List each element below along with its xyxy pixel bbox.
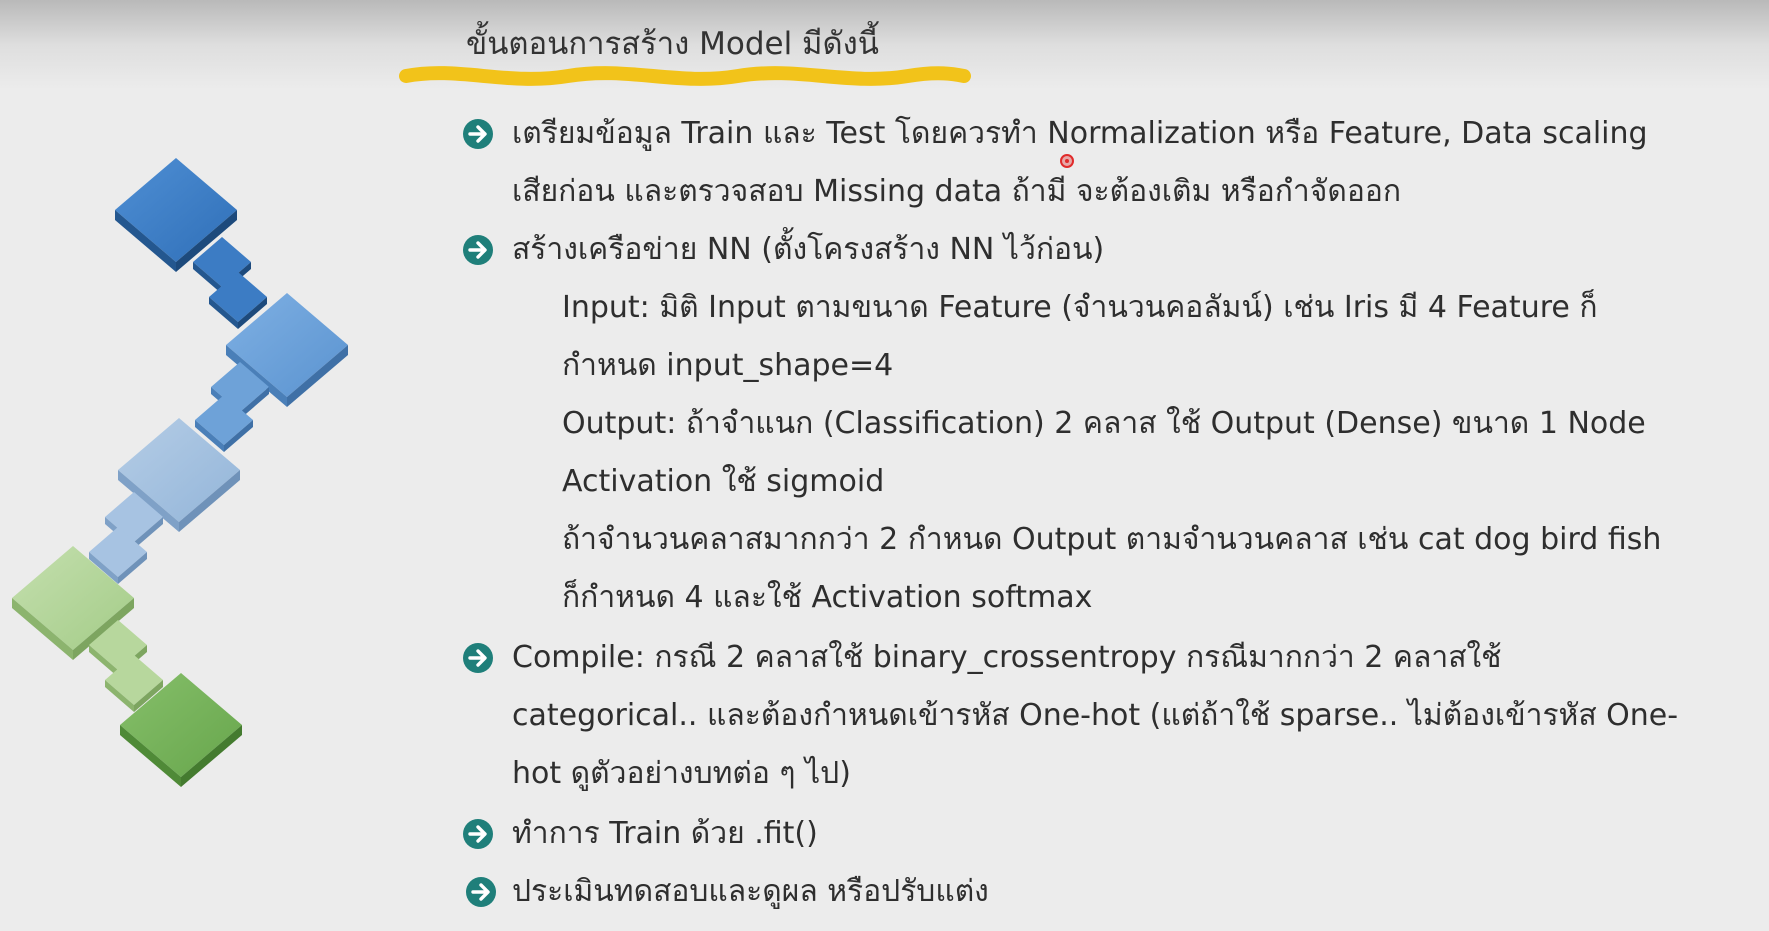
diamond-small-light-blue-1 bbox=[105, 492, 163, 549]
title-underline bbox=[399, 66, 971, 86]
slide: ขั้นตอนการสร้าง Model มีดังนี้ เตรียมข้อ… bbox=[0, 0, 1769, 931]
arrow-right-circle-icon bbox=[463, 235, 493, 265]
item-1-line-1: เตรียมข้อมูล Train และ Test โดยควรทำ Nor… bbox=[512, 116, 1648, 151]
diamond-large-mid-blue bbox=[226, 293, 348, 407]
arrow-right-circle-icon bbox=[463, 643, 493, 673]
diamond-large-light-green bbox=[12, 546, 134, 660]
arrow-right-circle-icon bbox=[463, 119, 493, 149]
diamond-small-blue-1 bbox=[193, 237, 251, 294]
arrow-right-circle-icon bbox=[466, 877, 496, 907]
item-2-line-1: สร้างเครือข่าย NN (ตั้งโครงสร้าง NN ไว้ก… bbox=[512, 232, 1105, 267]
diamond-large-green bbox=[120, 673, 242, 787]
arrow-right-circle-icon bbox=[463, 819, 493, 849]
diamond-small-light-blue-2 bbox=[89, 527, 147, 584]
item-2-sub-1: Input: มิติ Input ตามขนาด Feature (จำนวน… bbox=[562, 290, 1598, 325]
diamond-small-light-green-2 bbox=[105, 655, 163, 712]
item-2-sub-4: Activation ใช้ sigmoid bbox=[562, 464, 885, 499]
diamond-small-mid-blue-2 bbox=[195, 395, 253, 452]
item-3-line-1: Compile: กรณี 2 คลาสใช้ binary_crossentr… bbox=[512, 640, 1502, 675]
diamond-large-blue bbox=[115, 158, 237, 272]
item-5-line-1: ประเมินทดสอบและดูผล หรือปรับแต่ง bbox=[512, 874, 989, 909]
item-3-line-3: hot ดูตัวอย่างบทต่อ ๆ ไป) bbox=[512, 756, 851, 791]
item-2-sub-6: ก็กำหนด 4 และใช้ Activation softmax bbox=[562, 580, 1093, 615]
diamond-small-light-green-1 bbox=[89, 620, 147, 677]
cursor-pointer-icon bbox=[1060, 154, 1074, 168]
item-2-sub-2: กำหนด input_shape=4 bbox=[562, 348, 894, 383]
item-4-line-1: ทำการ Train ด้วย .fit() bbox=[512, 816, 818, 851]
diamond-large-light-blue bbox=[118, 418, 240, 532]
slide-title: ขั้นตอนการสร้าง Model มีดังนี้ bbox=[466, 26, 879, 62]
diamond-small-mid-blue-1 bbox=[211, 362, 269, 419]
item-2-sub-3: Output: ถ้าจำแนก (Classification) 2 คลาส… bbox=[562, 406, 1646, 441]
diamond-small-blue-2 bbox=[209, 272, 267, 329]
item-3-line-2: categorical.. และต้องกำหนดเข้ารหัส One-h… bbox=[512, 698, 1679, 733]
item-1-line-2: เสียก่อน และตรวจสอบ Missing data ถ้ามี จ… bbox=[512, 174, 1402, 209]
item-2-sub-5: ถ้าจำนวนคลาสมากกว่า 2 กำหนด Output ตามจำ… bbox=[562, 522, 1662, 557]
